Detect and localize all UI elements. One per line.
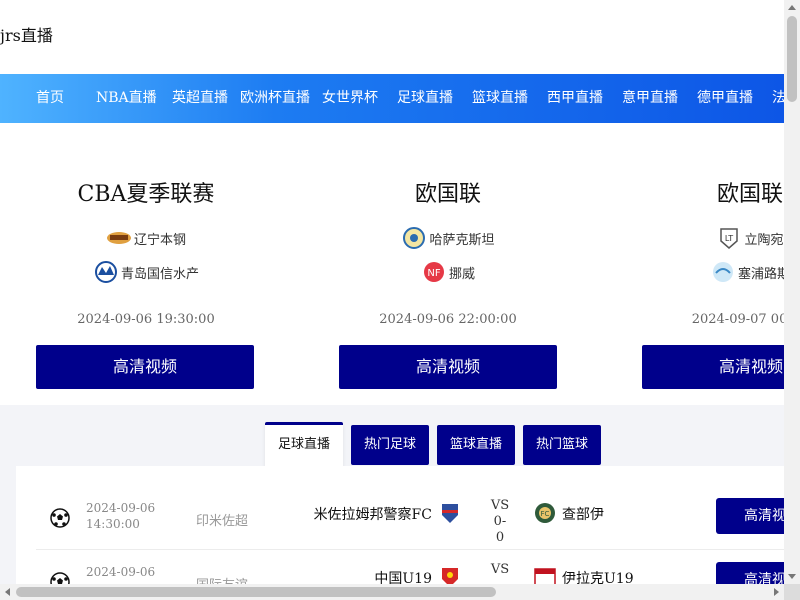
svg-text:NF: NF [427, 268, 440, 279]
team-logo-icon [94, 261, 117, 283]
nav-item-home[interactable]: 首页 [36, 74, 64, 123]
team-logo-icon [106, 232, 131, 244]
card-home-team: LT 立陶宛 [620, 224, 784, 252]
nav-item-euro[interactable]: 欧洲杯直播 [240, 74, 310, 123]
tab-football-live[interactable]: 足球直播 [265, 422, 343, 468]
card-home-team: 辽宁本钢 [16, 224, 276, 252]
hd-video-button[interactable]: 高清视频 [642, 345, 784, 389]
svg-text:FC: FC [541, 510, 550, 518]
team-logo-icon [442, 504, 458, 523]
card-away-team: NF 挪威 [318, 258, 578, 286]
home-team-name: 辽宁本钢 [133, 232, 186, 248]
featured-match-card: 欧国联 LT 立陶宛 塞浦路斯 2024-09-07 00:00 高清视频 [620, 160, 784, 400]
horizontal-scroll-thumb[interactable] [16, 587, 496, 597]
tab-basketball-live[interactable]: 篮球直播 [437, 425, 515, 465]
match-time: 2024-09-06 19:30:00 [77, 312, 215, 327]
match-league: 印米佐超 [196, 514, 249, 529]
svg-text:LT: LT [725, 234, 733, 243]
team-logo-icon [534, 568, 556, 584]
site-title[interactable]: jrs直播 [0, 22, 53, 46]
team-logo-icon: LT [720, 228, 739, 249]
card-league-title: CBA夏季联赛 [77, 182, 215, 207]
tab-hot-basketball[interactable]: 热门篮球 [523, 425, 601, 465]
card-league-title: 欧国联 [414, 182, 481, 207]
team-logo-icon [712, 262, 733, 282]
soccer-ball-icon [50, 508, 70, 528]
hd-video-button[interactable]: 高清视 [716, 562, 784, 584]
scroll-down-icon[interactable] [788, 574, 796, 579]
hd-video-button[interactable]: 高清视频 [36, 345, 254, 389]
featured-match-card: CBA夏季联赛 辽宁本钢 青岛国信水产 2024-09-06 19:30:00 … [16, 160, 276, 400]
team-logo-icon: FC [535, 503, 555, 523]
away-team-name: 挪威 [448, 266, 475, 282]
nav-item-serie-a[interactable]: 意甲直播 [622, 74, 678, 123]
home-team-name: 立陶宛 [744, 232, 784, 248]
match-row: 2024-09-06 14:30:00 印米佐超 米佐拉姆邦警察FC VS 0-0 … [16, 486, 784, 550]
horizontal-scrollbar[interactable] [0, 584, 784, 600]
versus-score: VS [490, 562, 510, 577]
team-logo-icon: NF [423, 262, 444, 282]
nav-item-bundesliga[interactable]: 德甲直播 [697, 74, 753, 123]
scroll-right-icon[interactable] [774, 588, 779, 596]
team-logo-icon [442, 568, 458, 584]
scroll-left-icon[interactable] [5, 588, 10, 596]
versus-score: VS 0-0 [490, 498, 510, 545]
away-team-name: 查部伊 [562, 507, 604, 523]
card-home-team: 哈萨克斯坦 [318, 224, 578, 252]
hd-video-button[interactable]: 高清视频 [339, 345, 557, 389]
away-team-name: 塞浦路斯 [737, 266, 784, 282]
home-team-name: 哈萨克斯坦 [429, 232, 495, 248]
match-time: 2024-09-07 00:00 [691, 312, 784, 327]
home-team-name: 中国U19 [374, 571, 432, 584]
featured-match-card: 欧国联 哈萨克斯坦 NF 挪威 2024-09-06 22:00:00 高清视频 [318, 160, 578, 400]
tab-hot-football[interactable]: 热门足球 [351, 425, 429, 465]
main-nav: 首页 NBA直播 英超直播 欧洲杯直播 女世界杯 足球直播 篮球直播 西甲直播 … [0, 74, 784, 123]
nav-item-womens-world-cup[interactable]: 女世界杯 [322, 74, 378, 123]
match-datetime: 2024-09-06 14:30:00 [86, 501, 156, 531]
vertical-scrollbar[interactable] [784, 0, 800, 584]
card-league-title: 欧国联 [716, 182, 783, 207]
match-datetime: 2024-09-06 [86, 565, 156, 579]
scrollbar-corner [784, 584, 800, 600]
home-team-name: 米佐拉姆邦警察FC [313, 507, 432, 523]
scroll-up-icon[interactable] [788, 5, 796, 10]
card-away-team: 塞浦路斯 [620, 258, 784, 286]
nav-item-ligue-1[interactable]: 法 [772, 74, 784, 123]
soccer-ball-icon [50, 572, 70, 584]
team-logo-icon [403, 227, 426, 249]
hd-video-button[interactable]: 高清视 [716, 498, 784, 534]
nav-item-la-liga[interactable]: 西甲直播 [547, 74, 603, 123]
nav-item-football[interactable]: 足球直播 [397, 74, 453, 123]
match-list: 2024-09-06 14:30:00 印米佐超 米佐拉姆邦警察FC VS 0-0 … [16, 466, 784, 584]
nav-item-premier-league[interactable]: 英超直播 [172, 74, 228, 123]
away-team-name: 伊拉克U19 [562, 571, 634, 584]
card-away-team: 青岛国信水产 [16, 258, 276, 286]
nav-item-nba[interactable]: NBA直播 [96, 74, 157, 123]
away-team-name: 青岛国信水产 [120, 266, 199, 282]
featured-card-clip: 欧国联 LT 立陶宛 塞浦路斯 2024-09-07 00:00 高清视频 [620, 160, 784, 400]
nav-item-basketball[interactable]: 篮球直播 [472, 74, 528, 123]
match-row: 2024-09-06 国际友谊 中国U19 VS 伊拉克U19 高清视 [16, 550, 784, 584]
match-time: 2024-09-06 22:00:00 [379, 312, 517, 327]
match-league: 国际友谊 [196, 574, 248, 584]
vertical-scroll-thumb[interactable] [787, 16, 797, 102]
